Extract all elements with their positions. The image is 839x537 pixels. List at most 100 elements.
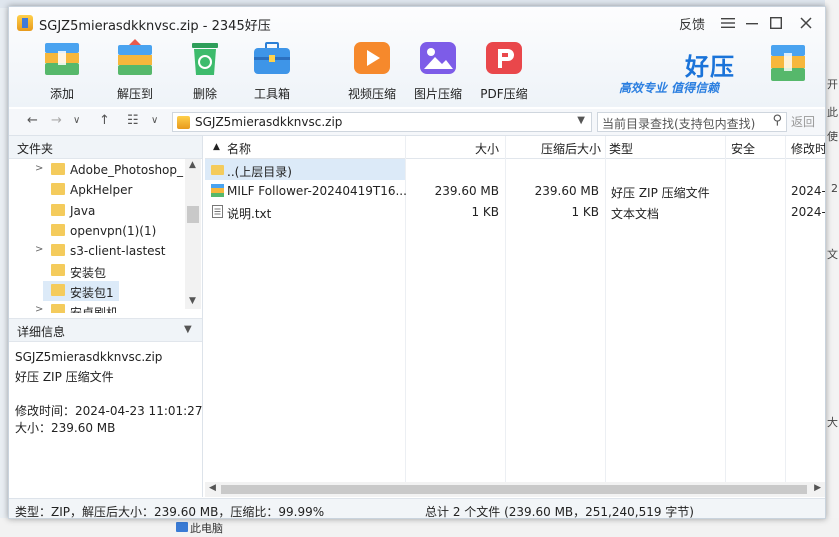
status-left: 类型：ZIP，解压后大小：239.60 MB，压缩比：99.99%	[15, 505, 325, 519]
list-horizontal-scrollbar[interactable]: ◀ ▶	[205, 482, 825, 497]
tree-item-label: 安装包1	[70, 286, 114, 300]
navigation-bar: ← → ∨ ↑ ☷ ∨ SGJZ5mierasdkknvsc.zip ▼ 当前目…	[9, 109, 825, 136]
tree-item-label: openvpn(1)(1)	[70, 224, 157, 238]
background-taskbar: 此电脑	[0, 518, 839, 537]
column-security[interactable]: 安全	[731, 140, 755, 157]
detail-filetype: 好压 ZIP 压缩文件	[15, 370, 114, 384]
scroll-thumb[interactable]	[187, 206, 199, 223]
delete-button[interactable]: 删除	[172, 37, 238, 102]
table-row[interactable]: MILF Follower-20240419T16... 239.60 MB 2…	[205, 180, 825, 201]
pdf-compress-button[interactable]: PDF压缩	[471, 37, 537, 102]
path-dropdown-icon[interactable]: ▼	[577, 115, 585, 126]
folder-icon	[211, 163, 224, 176]
close-icon[interactable]	[795, 13, 817, 33]
status-right: 总计 2 个文件 (239.60 MB，251,240,519 字节)	[425, 505, 694, 519]
row-packed: 1 KB	[571, 205, 599, 219]
this-pc-label[interactable]: 此电脑	[190, 520, 223, 536]
view-mode-icon[interactable]: ☷	[127, 113, 139, 128]
image-compress-button[interactable]: 图片压缩	[405, 37, 471, 102]
tree-item[interactable]: > 安卓刷机	[9, 301, 185, 313]
minimize-icon[interactable]	[741, 13, 763, 33]
row-type: 好压 ZIP 压缩文件	[611, 186, 710, 200]
back-arrow-icon[interactable]: ←	[27, 113, 38, 128]
tree-scrollbar[interactable]: ▲ ▼	[185, 159, 201, 309]
brand-area: 好压 高效专业 值得信赖	[619, 45, 819, 99]
background-window-right: 开 使 此 文 大 2	[825, 0, 839, 537]
maximize-icon[interactable]	[765, 13, 787, 33]
tree-item[interactable]: 安装包	[9, 261, 185, 281]
column-size[interactable]: 大小	[475, 140, 499, 157]
zip-icon	[211, 184, 224, 197]
expand-arrow-icon[interactable]: >	[35, 304, 43, 313]
column-name[interactable]: 名称	[227, 140, 251, 157]
details-header[interactable]: 详细信息 ▼	[9, 318, 202, 342]
table-row[interactable]: 说明.txt 1 KB 1 KB 文本文档 2024-	[205, 201, 825, 222]
bg-char: 2	[831, 182, 838, 195]
search-icon[interactable]: ⚲	[772, 113, 782, 128]
bg-char: 大	[827, 416, 838, 429]
status-bar: 类型：ZIP，解压后大小：239.60 MB，压缩比：99.99% 总计 2 个…	[9, 498, 825, 519]
folder-icon	[51, 183, 65, 195]
scroll-down-icon[interactable]: ▼	[189, 296, 196, 306]
extract-button[interactable]: 解压到	[102, 37, 168, 102]
folder-icon	[51, 163, 65, 175]
header: SGJZ5mierasdkknvsc.zip - 2345好压 反馈 添加 解压…	[9, 7, 825, 107]
path-text: SGJZ5mierasdkknvsc.zip	[195, 115, 343, 129]
row-name: MILF Follower-20240419T16...	[227, 184, 407, 198]
tree-item[interactable]: openvpn(1)(1)	[9, 221, 185, 241]
scroll-up-icon[interactable]: ▲	[189, 160, 196, 170]
tree-item-label: 安装包	[70, 266, 107, 280]
detail-size: 大小：239.60 MB	[15, 421, 116, 435]
detail-modified: 修改时间：2024-04-23 11:01:27	[15, 404, 203, 418]
tree-item[interactable]: Java	[9, 201, 185, 221]
tree-item-selected[interactable]: 安装包1	[43, 281, 119, 301]
tree-item-label: s3-client-lastest	[70, 244, 166, 258]
search-placeholder: 当前目录查找(支持包内查找)	[602, 117, 756, 131]
expand-arrow-icon[interactable]: >	[35, 244, 43, 255]
extract-label: 解压到	[116, 87, 153, 101]
add-archive-icon	[41, 37, 83, 79]
folder-icon	[51, 304, 65, 313]
tree-item[interactable]: > Adobe_Photoshop_	[9, 160, 185, 180]
brand-slogan: 高效专业 值得信赖	[619, 81, 720, 95]
bg-char: 此	[827, 106, 838, 119]
extract-icon	[114, 37, 156, 79]
collapse-icon[interactable]: ▼	[184, 324, 192, 335]
path-bar[interactable]: SGJZ5mierasdkknvsc.zip ▼	[172, 112, 592, 132]
forward-arrow-icon[interactable]: →	[51, 113, 62, 128]
add-button[interactable]: 添加	[29, 37, 95, 102]
pdf-icon	[483, 37, 525, 79]
column-modified[interactable]: 修改时	[791, 140, 825, 157]
expand-arrow-icon[interactable]: >	[35, 163, 43, 174]
row-modified: 2024-	[791, 205, 825, 219]
view-dropdown-icon[interactable]: ∨	[151, 115, 158, 126]
history-dropdown-icon[interactable]: ∨	[73, 115, 80, 126]
brand-name: 好压	[685, 53, 735, 81]
tree-item-label: Java	[70, 204, 96, 218]
toolbox-button[interactable]: 工具箱	[239, 37, 305, 102]
folder-icon	[51, 264, 65, 276]
up-arrow-icon[interactable]: ↑	[99, 113, 110, 128]
table-row[interactable]: ..(上层目录)	[205, 159, 405, 180]
bg-char: 文	[827, 248, 838, 261]
tree-item[interactable]: ApkHelper	[9, 180, 185, 200]
column-packed-size[interactable]: 压缩后大小	[541, 140, 601, 157]
list-header: ▲ 名称 大小 压缩后大小 类型 安全 修改时	[205, 136, 825, 159]
tree-item-label: Adobe_Photoshop_	[70, 163, 184, 177]
column-type[interactable]: 类型	[609, 140, 633, 157]
scroll-left-icon[interactable]: ◀	[209, 483, 216, 493]
menu-icon[interactable]	[717, 13, 739, 33]
return-button[interactable]: 返回	[791, 113, 815, 130]
video-compress-button[interactable]: 视频压缩	[339, 37, 405, 102]
scroll-thumb[interactable]	[221, 485, 807, 494]
search-input[interactable]: 当前目录查找(支持包内查找) ⚲	[597, 112, 787, 132]
scroll-right-icon[interactable]: ▶	[814, 483, 821, 493]
haozip-logo-icon	[769, 43, 807, 83]
folder-tree-header: 文件夹	[9, 136, 202, 159]
delete-label: 删除	[192, 87, 217, 101]
row-name: 说明.txt	[227, 207, 272, 221]
tree-item[interactable]: > s3-client-lastest	[9, 241, 185, 261]
text-file-icon	[211, 205, 224, 218]
feedback-button[interactable]: 反馈	[679, 13, 705, 33]
folder-icon	[51, 204, 65, 216]
